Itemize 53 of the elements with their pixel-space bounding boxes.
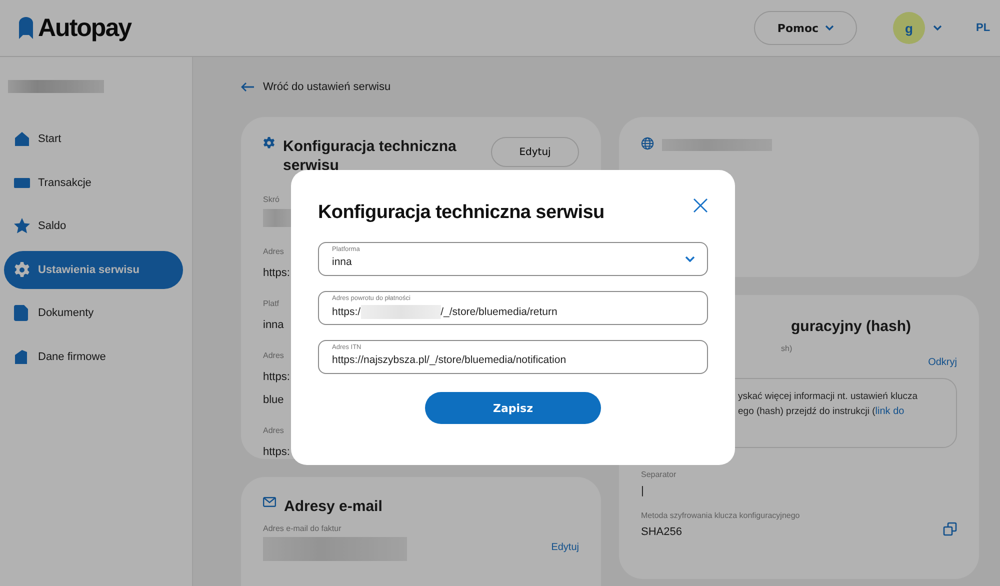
field-label: Metoda szyfrowania klucza konfiguracyjnego <box>641 511 800 520</box>
home-icon <box>14 131 30 147</box>
language-selector[interactable]: PL <box>976 22 994 34</box>
info-text: yskać więcej informacji nt. ustawień klucza <box>738 391 919 402</box>
field-label: Separator <box>641 470 676 479</box>
arrow-left-icon <box>241 82 255 92</box>
field-label: Adres <box>263 426 284 435</box>
copy-icon[interactable] <box>943 522 957 536</box>
star-icon <box>14 218 30 234</box>
close-icon[interactable] <box>693 198 708 213</box>
card-title: guracyjny (hash) <box>791 317 912 336</box>
gear-icon <box>14 262 30 278</box>
help-button[interactable]: Pomoc <box>754 11 857 45</box>
gear-icon <box>263 137 275 149</box>
sidebar-item[interactable]: Ustawienia serwisu <box>4 250 183 288</box>
edit-button[interactable]: Edytuj <box>491 137 579 167</box>
instruction-link[interactable]: link do <box>875 406 904 417</box>
chevron-down-icon <box>685 256 695 262</box>
field-value: https: <box>263 267 290 279</box>
sidebar-item[interactable]: Transakcje <box>4 164 183 202</box>
field-label: Adres <box>263 247 284 256</box>
back-link[interactable]: Wróć do ustawień serwisu <box>241 79 980 95</box>
chevron-down-icon <box>824 25 834 31</box>
field-value: blue <box>263 394 284 406</box>
card-title: Konfiguracja techniczna serwisu <box>283 137 458 175</box>
building-icon <box>14 348 30 364</box>
document-icon <box>14 305 30 321</box>
field-value: | <box>641 485 644 497</box>
save-button[interactable]: Zapisz <box>425 392 601 424</box>
field-value: SHA256 <box>641 526 682 538</box>
logo-text[interactable]: Autopay <box>38 14 131 42</box>
blurred-value <box>263 209 293 227</box>
field-label: Adres e-mail do faktur <box>263 524 342 533</box>
sidebar-item[interactable]: Saldo <box>4 207 183 245</box>
globe-icon <box>641 137 654 150</box>
field-value: inna <box>263 319 284 331</box>
edit-link[interactable]: Edytuj <box>551 542 579 552</box>
sidebar-item[interactable]: Dokumenty <box>4 294 183 332</box>
field-value: https: <box>263 371 290 383</box>
card-title: Adresy e-mail <box>284 497 382 516</box>
sidebar-item[interactable]: Start <box>4 120 183 158</box>
chevron-down-icon[interactable] <box>933 25 942 31</box>
field-label: sh) <box>780 344 792 353</box>
info-text: ego (hash) przejdź do instrukcji (link do <box>738 406 906 417</box>
field-label: Platf <box>263 299 280 308</box>
field-value: https: <box>263 446 290 458</box>
logo-icon <box>19 17 33 39</box>
field-label: Skró <box>263 195 280 204</box>
envelope-icon <box>263 497 276 507</box>
sidebar-item[interactable]: Dane firmowe <box>4 338 183 376</box>
reveal-link[interactable]: Odkryj <box>928 357 957 368</box>
dialog-title: Konfiguracja techniczna serwisu <box>318 202 604 224</box>
field-label: Adres <box>263 351 284 360</box>
